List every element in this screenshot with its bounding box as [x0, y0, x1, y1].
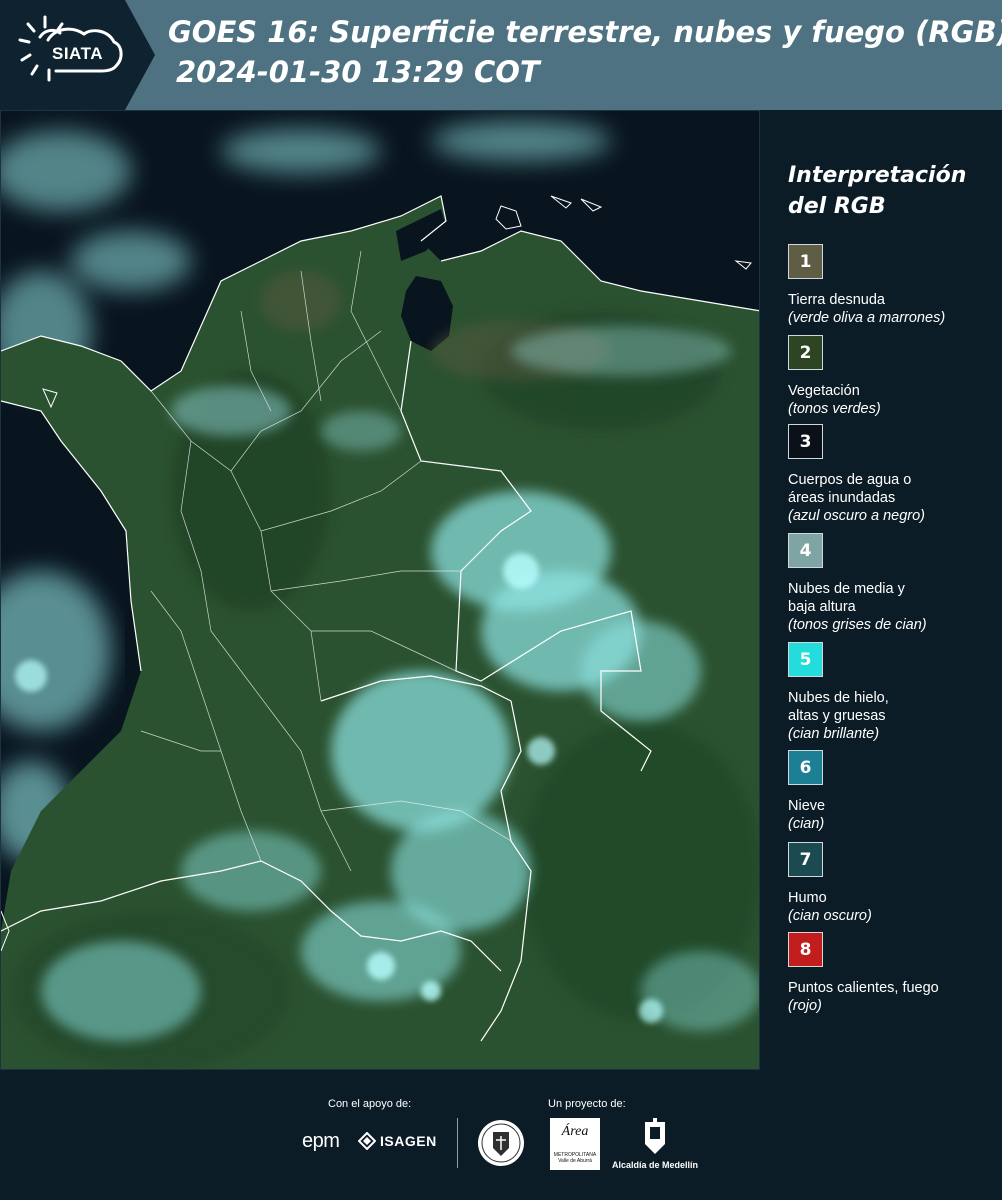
footer-divider: [457, 1118, 458, 1168]
logo-text: SIATA: [52, 44, 103, 63]
area-metropolitana-logo: Área METROPOLITANA Valle de Aburrá: [550, 1118, 600, 1170]
legend-label-3a: Cuerpos de agua o: [788, 472, 912, 488]
legend-label-6: Nieve: [788, 798, 826, 814]
header-bar: SIATA GOES 16: Superficie terrestre, nub…: [0, 0, 1002, 110]
legend-desc-6: (cian): [788, 816, 825, 832]
isagen-icon: [358, 1132, 376, 1150]
legend-label-4a: Nubes de media y: [788, 581, 905, 597]
legend-label-3b: áreas inundadas: [788, 490, 896, 506]
support-label: Con el apoyo de:: [328, 1098, 412, 1110]
legend-item-7: 7 Humo (cian oscuro): [788, 842, 998, 926]
alcaldia-crest-icon: [645, 1118, 665, 1154]
rgb-legend: Interpretación del RGB: [775, 160, 995, 222]
legend-label-5a: Nubes de hielo,: [788, 690, 889, 706]
legend-item-1: 1 Tierra desnuda (verde oliva a marrones…: [788, 244, 998, 328]
legend-swatch-3: 3: [788, 424, 823, 459]
legend-title-line1: Interpretación: [788, 163, 967, 188]
legend-desc-8: (rojo): [788, 998, 822, 1014]
legend-swatch-5: 5: [788, 642, 823, 677]
page-title: GOES 16: Superficie terrestre, nubes y f…: [168, 15, 1002, 49]
legend-label-1: Tierra desnuda: [788, 292, 885, 308]
legend-label-2: Vegetación: [788, 383, 860, 399]
legend-item-6: 6 Nieve (cian): [788, 750, 998, 834]
alcaldia-crest: [642, 1118, 668, 1160]
alcaldia-text: Alcaldía de Medellín: [611, 1160, 699, 1170]
isagen-logo: ISAGEN: [358, 1130, 437, 1152]
satellite-map[interactable]: [0, 110, 760, 1070]
legend-swatch-2: 2: [788, 335, 823, 370]
legend-label-3: Cuerpos de agua o áreas inundadas: [788, 471, 998, 507]
project-label: Un proyecto de:: [548, 1098, 626, 1110]
legend-title-line2: del RGB: [788, 194, 886, 219]
siata-logo: SIATA: [0, 0, 155, 110]
legend-desc-1: (verde oliva a marrones): [788, 310, 946, 326]
university-seal: [476, 1118, 526, 1172]
legend-desc-3: (azul oscuro a negro): [788, 508, 926, 524]
legend-swatch-4: 4: [788, 533, 823, 568]
legend-item-8: 8 Puntos calientes, fuego (rojo): [788, 932, 998, 1016]
legend-desc-7: (cian oscuro): [788, 908, 872, 924]
legend-label-7: Humo: [788, 890, 827, 906]
legend-swatch-6: 6: [788, 750, 823, 785]
legend-desc-5: (cian brillante): [788, 726, 880, 742]
legend-item-2: 2 Vegetación (tonos verdes): [788, 335, 998, 419]
satellite-map-svg: [1, 111, 759, 1069]
legend-label-4: Nubes de media y baja altura: [788, 580, 998, 616]
area-logo-sub: METROPOLITANA Valle de Aburrá: [553, 1152, 597, 1164]
legend-item-5: 5 Nubes de hielo, altas y gruesas (cian b…: [788, 642, 998, 744]
legend-label-5b: altas y gruesas: [788, 708, 886, 724]
legend-swatch-1: 1: [788, 244, 823, 279]
legend-label-4b: baja altura: [788, 599, 856, 615]
legend-item-4: 4 Nubes de media y baja altura (tonos gri…: [788, 533, 998, 635]
footer-sponsors: Con el apoyo de: Un proyecto de: epm ISA…: [0, 1070, 1002, 1200]
area-logo-name: Área: [561, 1124, 589, 1139]
legend-swatch-8: 8: [788, 932, 823, 967]
legend-desc-2: (tonos verdes): [788, 401, 881, 417]
legend-item-3: 3 Cuerpos de agua o áreas inundadas (azul…: [788, 424, 998, 526]
legend-desc-4: (tonos grises de cian): [788, 617, 927, 633]
legend-label-5: Nubes de hielo, altas y gruesas: [788, 689, 998, 725]
isagen-text: ISAGEN: [380, 1133, 437, 1149]
seal-icon: [478, 1120, 524, 1166]
legend-label-8: Puntos calientes, fuego: [788, 980, 939, 996]
legend-swatch-7: 7: [788, 842, 823, 877]
epm-logo: epm: [302, 1130, 340, 1152]
page-subtitle-timestamp: 2024-01-30 13:29 COT: [176, 55, 540, 89]
